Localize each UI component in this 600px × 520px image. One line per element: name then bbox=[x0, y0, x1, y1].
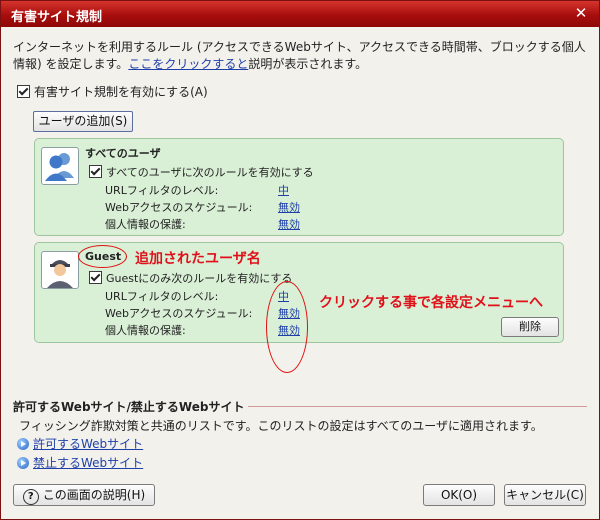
cancel-button[interactable]: キャンセル(C) bbox=[504, 484, 586, 506]
block-sites-link-row[interactable]: 禁止するWebサイト bbox=[17, 454, 143, 471]
privacy-protection-label: 個人情報の保護: bbox=[105, 324, 186, 337]
web-access-schedule-link[interactable]: 無効 bbox=[278, 199, 300, 215]
rule-enable-checkbox[interactable] bbox=[89, 271, 102, 284]
description-help-link[interactable]: ここをクリックすると bbox=[128, 57, 248, 71]
rule-enable-checkbox-row[interactable]: すべてのユーザに次のルールを有効にする bbox=[89, 164, 314, 180]
all-users-avatar-icon bbox=[41, 147, 79, 185]
rule-enable-label[interactable]: すべてのユーザに次のルールを有効にする bbox=[106, 166, 314, 179]
title-bar[interactable]: 有害サイト規制 ✕ bbox=[1, 1, 599, 27]
arrow-right-icon bbox=[17, 438, 29, 450]
description-text-after: 説明が表示されます。 bbox=[248, 57, 368, 71]
url-filter-level-label: URLフィルタのレベル: bbox=[105, 184, 219, 197]
web-access-schedule-label: Webアクセスのスケジュール: bbox=[105, 307, 253, 320]
enable-filter-label[interactable]: 有害サイト規制を有効にする(A) bbox=[34, 85, 208, 99]
add-user-button[interactable]: ユーザの追加(S) bbox=[33, 111, 133, 132]
help-button-label: この画面の説明(H) bbox=[42, 488, 146, 502]
rule-enable-checkbox[interactable] bbox=[89, 165, 102, 178]
allow-sites-link[interactable]: 許可するWebサイト bbox=[33, 437, 143, 451]
allow-sites-link-row[interactable]: 許可するWebサイト bbox=[17, 435, 143, 452]
arrow-right-icon bbox=[17, 457, 29, 469]
block-sites-link[interactable]: 禁止するWebサイト bbox=[33, 456, 143, 470]
help-icon: ? bbox=[22, 489, 39, 505]
user-panel-all-users: すべてのユーザ すべてのユーザに次のルールを有効にする URLフィルタのレベル:… bbox=[34, 138, 564, 236]
privacy-protection-label: 個人情報の保護: bbox=[105, 218, 186, 231]
sites-section-title: 許可するWebサイト/禁止するWebサイト bbox=[13, 398, 249, 415]
sites-section-description: フィッシング詐欺対策と共通のリストです。このリストの設定はすべてのユーザに適用さ… bbox=[19, 419, 543, 433]
ok-button[interactable]: OK(O) bbox=[423, 484, 495, 506]
harmful-site-filter-dialog: 有害サイト規制 ✕ インターネットを利用するルール (アクセスできるWebサイト… bbox=[0, 0, 600, 520]
web-access-schedule-label: Webアクセスのスケジュール: bbox=[105, 201, 253, 214]
delete-user-button[interactable]: 削除 bbox=[501, 317, 559, 337]
rule-enable-label[interactable]: Guestにのみ次のルールを有効にする bbox=[106, 272, 292, 285]
url-filter-level-link[interactable]: 中 bbox=[278, 182, 289, 198]
enable-filter-checkbox-row[interactable]: 有害サイト規制を有効にする(A) bbox=[17, 83, 208, 100]
rule-enable-checkbox-row[interactable]: Guestにのみ次のルールを有効にする bbox=[89, 270, 292, 286]
close-icon[interactable]: ✕ bbox=[573, 4, 589, 22]
url-filter-level-label: URLフィルタのレベル: bbox=[105, 290, 219, 303]
guest-avatar-icon bbox=[41, 251, 79, 289]
annotation-added-user: 追加されたユーザ名 bbox=[135, 251, 261, 267]
help-button[interactable]: ? この画面の説明(H) bbox=[13, 484, 155, 506]
enable-filter-checkbox[interactable] bbox=[17, 85, 30, 98]
annotation-circle-guest-name bbox=[78, 245, 127, 268]
privacy-protection-link[interactable]: 無効 bbox=[278, 216, 300, 232]
user-name: すべてのユーザ bbox=[85, 147, 161, 160]
annotation-circle-setting-links bbox=[266, 281, 308, 373]
window-title: 有害サイト規制 bbox=[11, 10, 103, 25]
description-text: インターネットを利用するルール (アクセスできるWebサイト、アクセスできる時間… bbox=[13, 39, 589, 73]
annotation-click-to-settings: クリックする事で各設定メニューへ bbox=[319, 295, 543, 311]
